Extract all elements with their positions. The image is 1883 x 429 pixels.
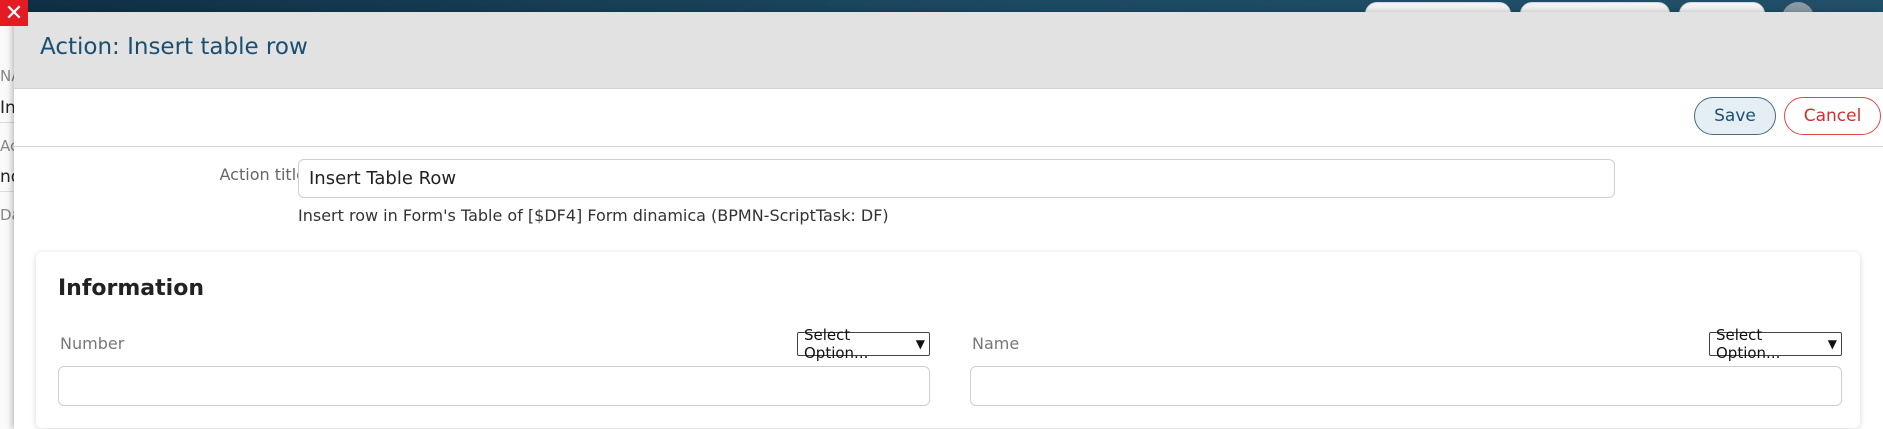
action-modal: Action: Insert table row Save Cancel Act… <box>14 12 1883 429</box>
form-area: Action title Insert row in Form's Table … <box>14 147 1883 429</box>
name-select[interactable]: Select Option... ▼ <box>1709 326 1842 362</box>
information-card: Information Number Select Option... ▼ Na… <box>36 252 1860 428</box>
name-select-label: Select Option... <box>1716 326 1781 362</box>
chevron-down-icon: ▼ <box>1827 337 1837 351</box>
save-button[interactable]: Save <box>1694 97 1776 135</box>
section-title: Information <box>58 276 204 301</box>
name-field: Name Select Option... ▼ <box>970 326 1842 408</box>
close-icon[interactable]: ✕ <box>0 0 28 26</box>
modal-header: Action: Insert table row <box>14 12 1883 89</box>
number-input[interactable] <box>58 366 930 406</box>
number-field: Number Select Option... ▼ <box>58 326 930 408</box>
modal-toolbar: Save Cancel <box>14 89 1883 147</box>
number-select-label: Select Option... <box>804 326 869 362</box>
cancel-button[interactable]: Cancel <box>1784 97 1881 135</box>
number-select[interactable]: Select Option... ▼ <box>797 326 930 362</box>
name-label: Name <box>972 334 1020 353</box>
number-label: Number <box>60 334 125 353</box>
chevron-down-icon: ▼ <box>915 337 925 351</box>
action-title-input[interactable] <box>298 159 1615 198</box>
name-input[interactable] <box>970 366 1842 406</box>
action-title-label: Action title <box>219 165 306 184</box>
action-description: Insert row in Form's Table of [$DF4] For… <box>298 206 889 225</box>
modal-title: Action: Insert table row <box>40 34 308 60</box>
